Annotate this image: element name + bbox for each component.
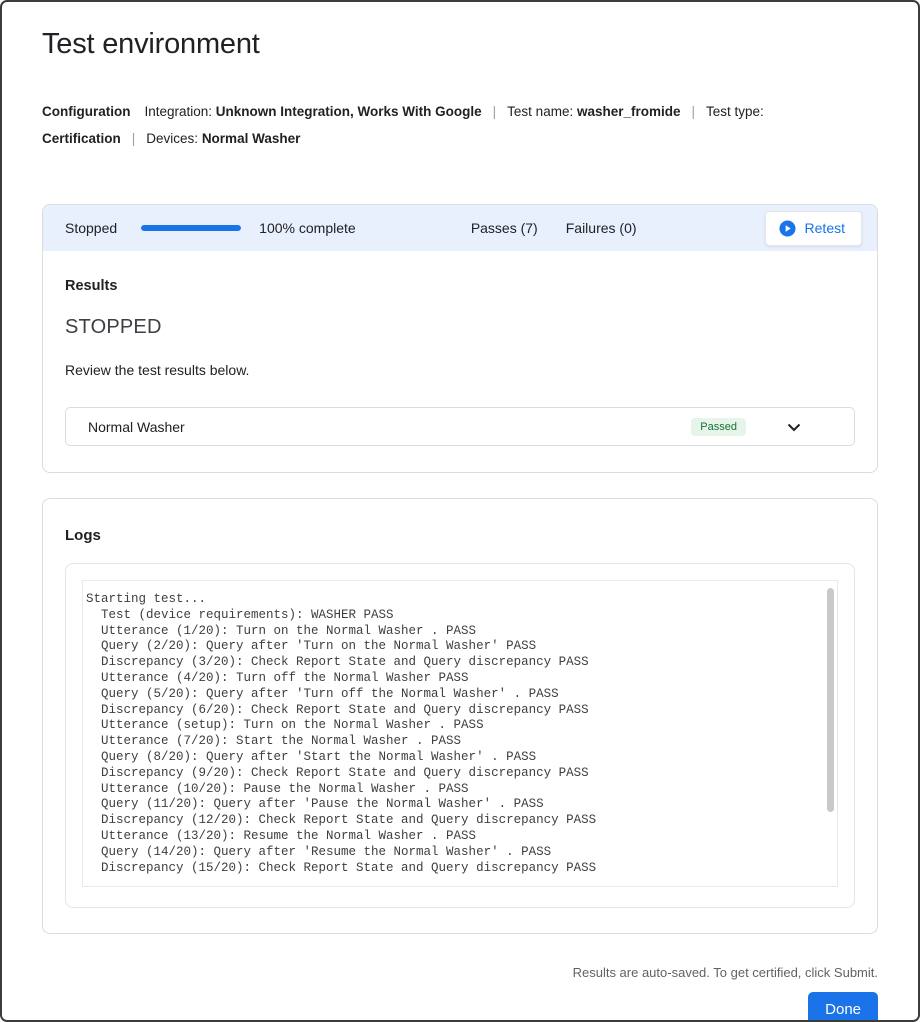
progress-label: 100% complete	[259, 220, 356, 236]
chevron-down-icon[interactable]	[784, 417, 804, 437]
config-integration-label: Integration:	[144, 104, 215, 119]
status-counters: Passes (7) Failures (0)	[471, 220, 637, 236]
passes-count: Passes (7)	[471, 220, 538, 236]
configuration-label: Configuration	[42, 104, 130, 119]
config-separator: |	[482, 104, 508, 119]
logs-card: Logs Starting test... Test (device requi…	[42, 498, 878, 934]
retest-button-label: Retest	[805, 220, 845, 236]
config-integration-value: Unknown Integration, Works With Google	[216, 104, 482, 119]
log-scroll-area[interactable]: Starting test... Test (device requiremen…	[82, 580, 838, 887]
device-result-row[interactable]: Normal Washer Passed	[65, 407, 855, 446]
failures-count: Failures (0)	[566, 220, 637, 236]
results-body: Results STOPPED Review the test results …	[43, 251, 877, 472]
logs-inner-panel: Starting test... Test (device requiremen…	[65, 563, 855, 908]
scrollbar-thumb[interactable]	[827, 588, 834, 812]
configuration-summary: Configuration Integration: Unknown Integr…	[42, 98, 878, 152]
results-description: Review the test results below.	[65, 362, 855, 378]
footer-actions: Done	[42, 992, 878, 1022]
play-icon	[779, 220, 796, 237]
results-card: Stopped 100% complete Passes (7) Failure…	[42, 204, 878, 473]
log-text: Starting test... Test (device requiremen…	[83, 581, 837, 886]
progress-bar	[141, 225, 241, 231]
device-name: Normal Washer	[88, 419, 185, 435]
config-devices-value: Normal Washer	[202, 131, 301, 146]
retest-button[interactable]: Retest	[765, 211, 862, 246]
passed-badge: Passed	[691, 418, 746, 436]
config-test-type-label: Test type:	[706, 104, 764, 119]
status-state: Stopped	[65, 220, 117, 236]
logs-heading: Logs	[65, 527, 855, 544]
status-bar: Stopped 100% complete Passes (7) Failure…	[43, 205, 877, 251]
done-button[interactable]: Done	[808, 992, 878, 1022]
autosave-note: Results are auto-saved. To get certified…	[42, 965, 878, 980]
page-title: Test environment	[42, 28, 878, 61]
results-state: STOPPED	[65, 316, 855, 339]
results-heading: Results	[65, 278, 855, 294]
config-test-name-label: Test name:	[507, 104, 577, 119]
config-test-name-value: washer_fromide	[577, 104, 681, 119]
config-separator: |	[681, 104, 707, 119]
config-test-type-value: Certification	[42, 131, 121, 146]
progress-bar-fill	[141, 225, 241, 231]
config-separator: |	[121, 131, 147, 146]
test-environment-page: Test environment Configuration Integratio…	[0, 0, 920, 1022]
config-devices-label: Devices:	[146, 131, 202, 146]
